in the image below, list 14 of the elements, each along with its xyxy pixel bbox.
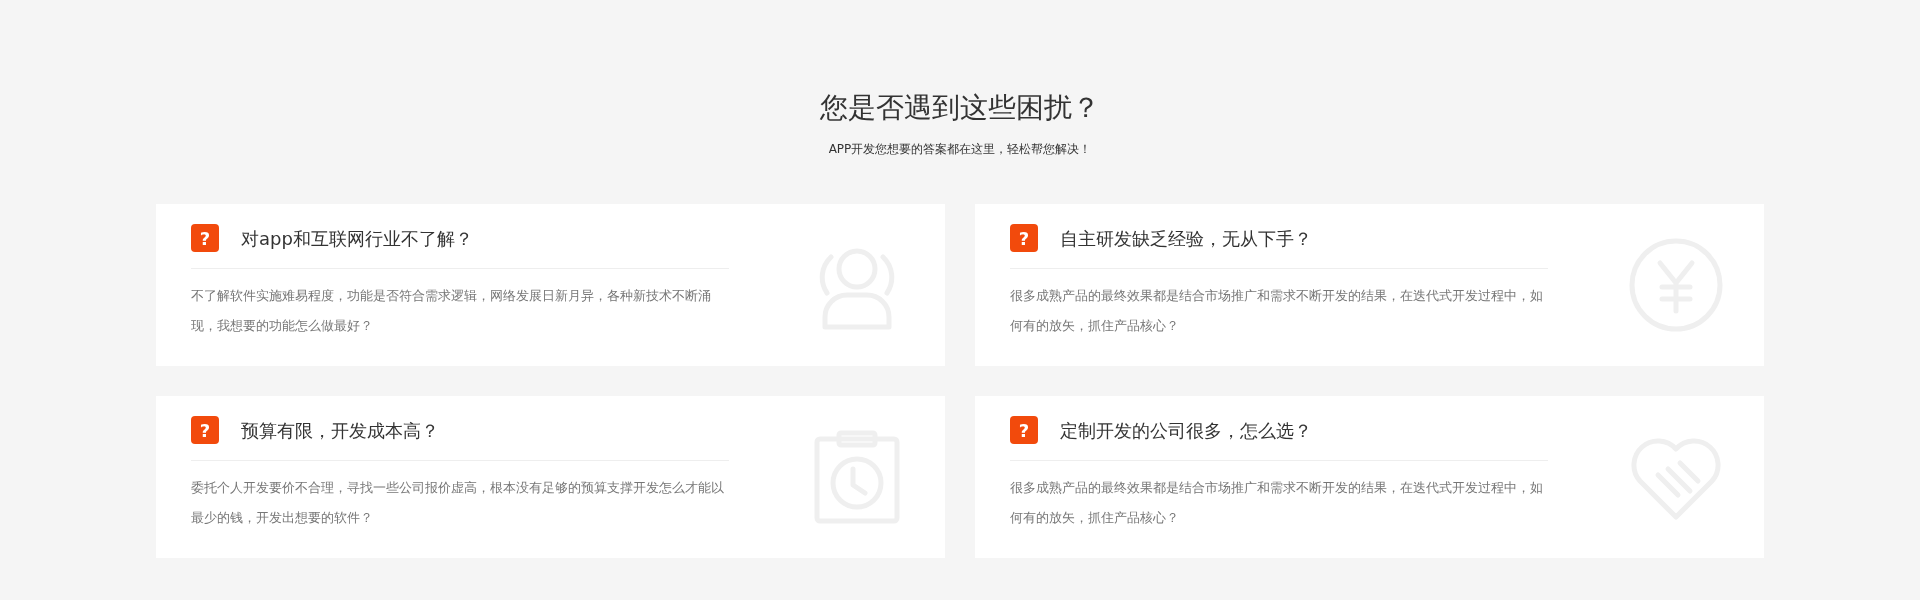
card-description: 很多成熟产品的最终效果都是结合市场推广和需求不断开发的结果，在迭代式开发过程中，如何有的放矢，抓住产品核心？: [1010, 287, 1544, 335]
card-description: 很多成熟产品的最终效果都是结合市场推广和需求不断开发的结果，在迭代式开发过程中，如何有的放矢，抓住产品核心？: [1010, 479, 1544, 527]
card-title: 对app和互联网行业不了解？: [241, 226, 473, 251]
question-mark-badge: ?: [1010, 416, 1038, 444]
question-mark-badge: ?: [1010, 224, 1038, 252]
card-description: 不了解软件实施难易程度，功能是否符合需求逻辑，网络发展日新月异，各种新技术不断涌现，我想要的功能怎么做最好？: [191, 287, 712, 335]
section-title: 您是否遇到这些困扰？: [819, 90, 1101, 126]
card-title: 预算有限，开发成本高？: [241, 418, 439, 443]
question-mark-badge: ?: [191, 224, 219, 252]
card-title: 定制开发的公司很多，怎么选？: [1060, 418, 1312, 443]
question-mark-badge: ?: [191, 416, 219, 444]
card-title: 自主研发缺乏经验，无从下手？: [1060, 226, 1312, 251]
card-description: 委托个人开发要价不合理，寻找一些公司报价虚高，根本没有足够的预算支撑开发怎么才能以最少的钱，开发出想要的软件？: [191, 479, 725, 527]
section-subtitle: APP开发您想要的答案都在这里，轻松帮您解决！: [827, 141, 1093, 158]
